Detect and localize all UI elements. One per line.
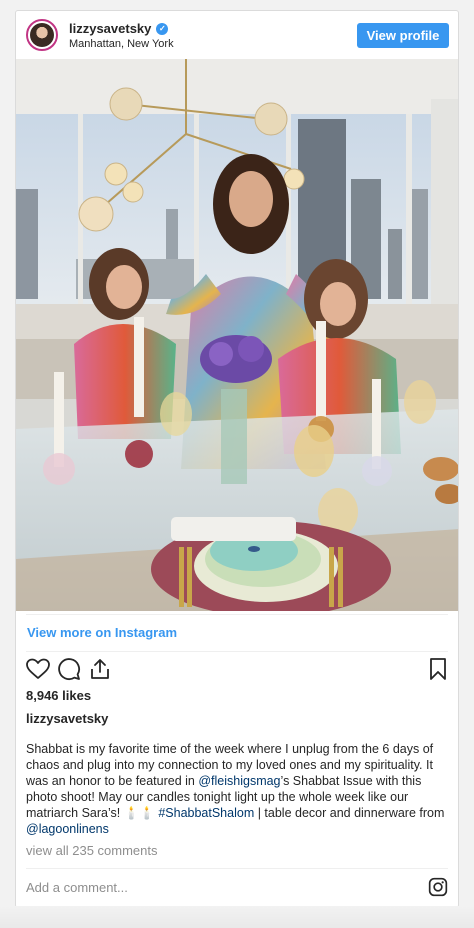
add-comment-input[interactable]: Add a comment... xyxy=(26,880,128,895)
view-comments-link[interactable]: view all 235 comments xyxy=(26,843,158,858)
caption-text: Shabbat is my favorite time of the week … xyxy=(26,741,450,837)
view-profile-button[interactable]: View profile xyxy=(357,23,449,48)
avatar[interactable] xyxy=(26,19,58,51)
action-bar xyxy=(24,657,452,683)
like-count[interactable]: 8,946 likes xyxy=(26,688,91,703)
bookmark-icon[interactable] xyxy=(426,657,450,681)
hashtag-link[interactable]: #ShabbatShalom xyxy=(158,806,254,820)
verified-badge-icon: ✓ xyxy=(156,22,169,35)
username-row: lizzysavetsky ✓ xyxy=(69,21,169,36)
post-photo[interactable] xyxy=(16,59,458,611)
mention-link[interactable]: @lagoonlinens xyxy=(26,822,109,836)
share-icon[interactable] xyxy=(88,657,112,681)
divider xyxy=(26,651,448,652)
caption-part: | table decor and dinnerware from xyxy=(254,806,445,820)
comment-icon[interactable] xyxy=(57,657,81,681)
post-header: lizzysavetsky ✓ Manhattan, New York View… xyxy=(16,11,458,59)
heart-icon[interactable] xyxy=(26,657,50,681)
location[interactable]: Manhattan, New York xyxy=(69,38,174,50)
page-bottom xyxy=(0,906,474,928)
caption-owner[interactable]: lizzysavetsky xyxy=(26,711,108,726)
instagram-embed-card: lizzysavetsky ✓ Manhattan, New York View… xyxy=(15,10,459,908)
instagram-logo-icon[interactable] xyxy=(428,877,448,897)
divider xyxy=(26,868,448,869)
view-more-link[interactable]: View more on Instagram xyxy=(27,625,177,640)
username[interactable]: lizzysavetsky xyxy=(69,21,151,36)
divider xyxy=(26,614,448,615)
mention-link[interactable]: @fleishigsmag xyxy=(198,774,280,788)
